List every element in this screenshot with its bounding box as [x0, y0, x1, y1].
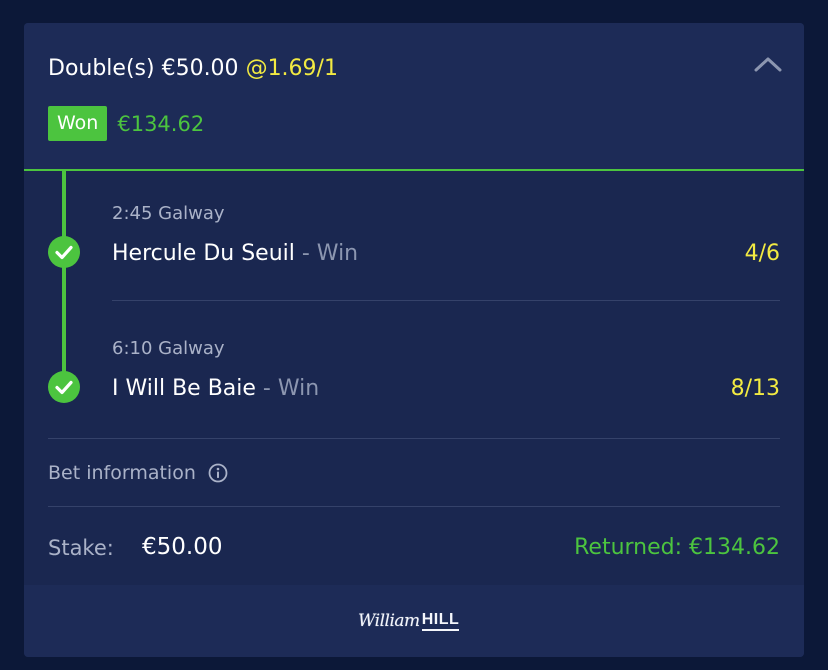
leg-selection-name: Hercule Du Seuil — [112, 241, 295, 266]
divider — [48, 506, 780, 507]
logo-script-text: William — [358, 611, 420, 631]
bet-card: Double(s) €50.00 @1.69/1 Won €134.62 2:4… — [24, 23, 804, 657]
leg-market: - Win — [294, 241, 359, 266]
returned-amount: Returned: €134.62 — [574, 535, 780, 560]
leg-odds: 8/13 — [730, 376, 780, 401]
divider — [48, 438, 780, 439]
bet-status: Won €134.62 — [48, 106, 204, 141]
leg-selection-name: I Will Be Baie — [112, 376, 256, 401]
stake-value: €50.00 — [142, 534, 223, 560]
logo-bold-text: HILL — [421, 611, 460, 631]
header-divider — [24, 169, 804, 171]
timeline-line — [62, 170, 66, 390]
leg-market: - Win — [255, 376, 320, 401]
stake-label: Stake: — [48, 536, 114, 560]
leg-odds: 4/6 — [744, 241, 780, 266]
stake-summary: Stake: €50.00 Returned: €134.62 — [48, 534, 780, 564]
leg-race: 2:45 Galway — [112, 203, 225, 224]
collapse-button[interactable] — [752, 51, 784, 77]
leg-selection: I Will Be Baie - Win — [112, 376, 319, 401]
leg-selection: Hercule Du Seuil - Win — [112, 241, 358, 266]
bet-header[interactable]: Double(s) €50.00 @1.69/1 Won €134.62 — [24, 23, 804, 170]
chevron-up-icon — [754, 57, 782, 72]
won-amount: €134.62 — [117, 111, 205, 136]
bet-type-stake: Double(s) €50.00 — [48, 56, 239, 81]
check-circle-icon — [48, 371, 80, 403]
bet-title: Double(s) €50.00 @1.69/1 — [48, 54, 338, 84]
card-footer: William HILL — [24, 585, 804, 657]
bet-information-link[interactable]: Bet information — [48, 462, 228, 484]
info-circle-icon[interactable] — [208, 463, 228, 483]
william-hill-logo: William HILL — [358, 609, 460, 633]
leg-race: 6:10 Galway — [112, 338, 225, 359]
bet-information-label: Bet information — [48, 462, 196, 484]
leg-divider — [112, 300, 780, 301]
status-badge: Won — [48, 106, 108, 141]
check-circle-icon — [48, 236, 80, 268]
bet-odds: @1.69/1 — [245, 56, 338, 81]
